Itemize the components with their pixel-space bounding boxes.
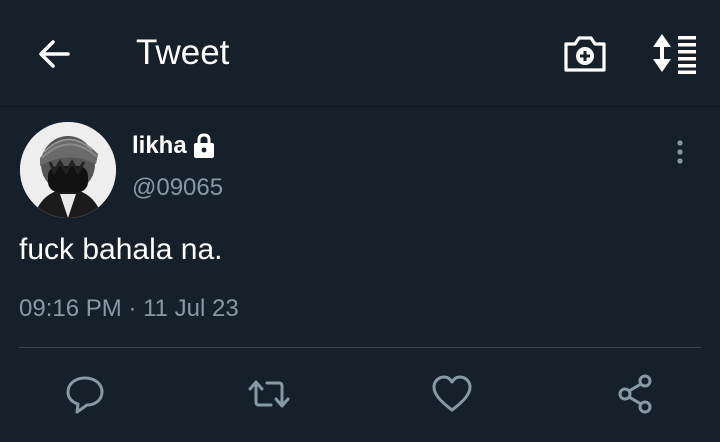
display-name[interactable]: likha [132, 132, 187, 160]
avatar[interactable] [20, 122, 116, 218]
retweet-icon[interactable] [247, 372, 291, 416]
lock-icon [193, 133, 214, 158]
tweet-time: 09:16 PM [19, 295, 122, 322]
timestamp-separator: · [128, 295, 137, 322]
camera-plus-icon[interactable] [562, 32, 608, 74]
page-title: Tweet [136, 33, 230, 72]
reply-icon[interactable] [63, 372, 107, 416]
tweet-date: 11 Jul 23 [143, 295, 239, 322]
more-options-icon[interactable] [670, 138, 690, 168]
user-name-row: likha [132, 132, 215, 160]
sort-icon[interactable] [650, 32, 698, 74]
like-icon[interactable] [430, 372, 474, 416]
arrow-left-icon[interactable] [34, 34, 74, 74]
tweet-timestamp: 09:16 PM · 11 Jul 23 [19, 295, 239, 323]
divider [19, 347, 701, 348]
user-handle[interactable]: @09065 [132, 174, 223, 202]
share-icon[interactable] [614, 372, 658, 416]
tweet-text: fuck bahala na. [19, 233, 223, 266]
top-bar: Tweet [0, 0, 720, 107]
